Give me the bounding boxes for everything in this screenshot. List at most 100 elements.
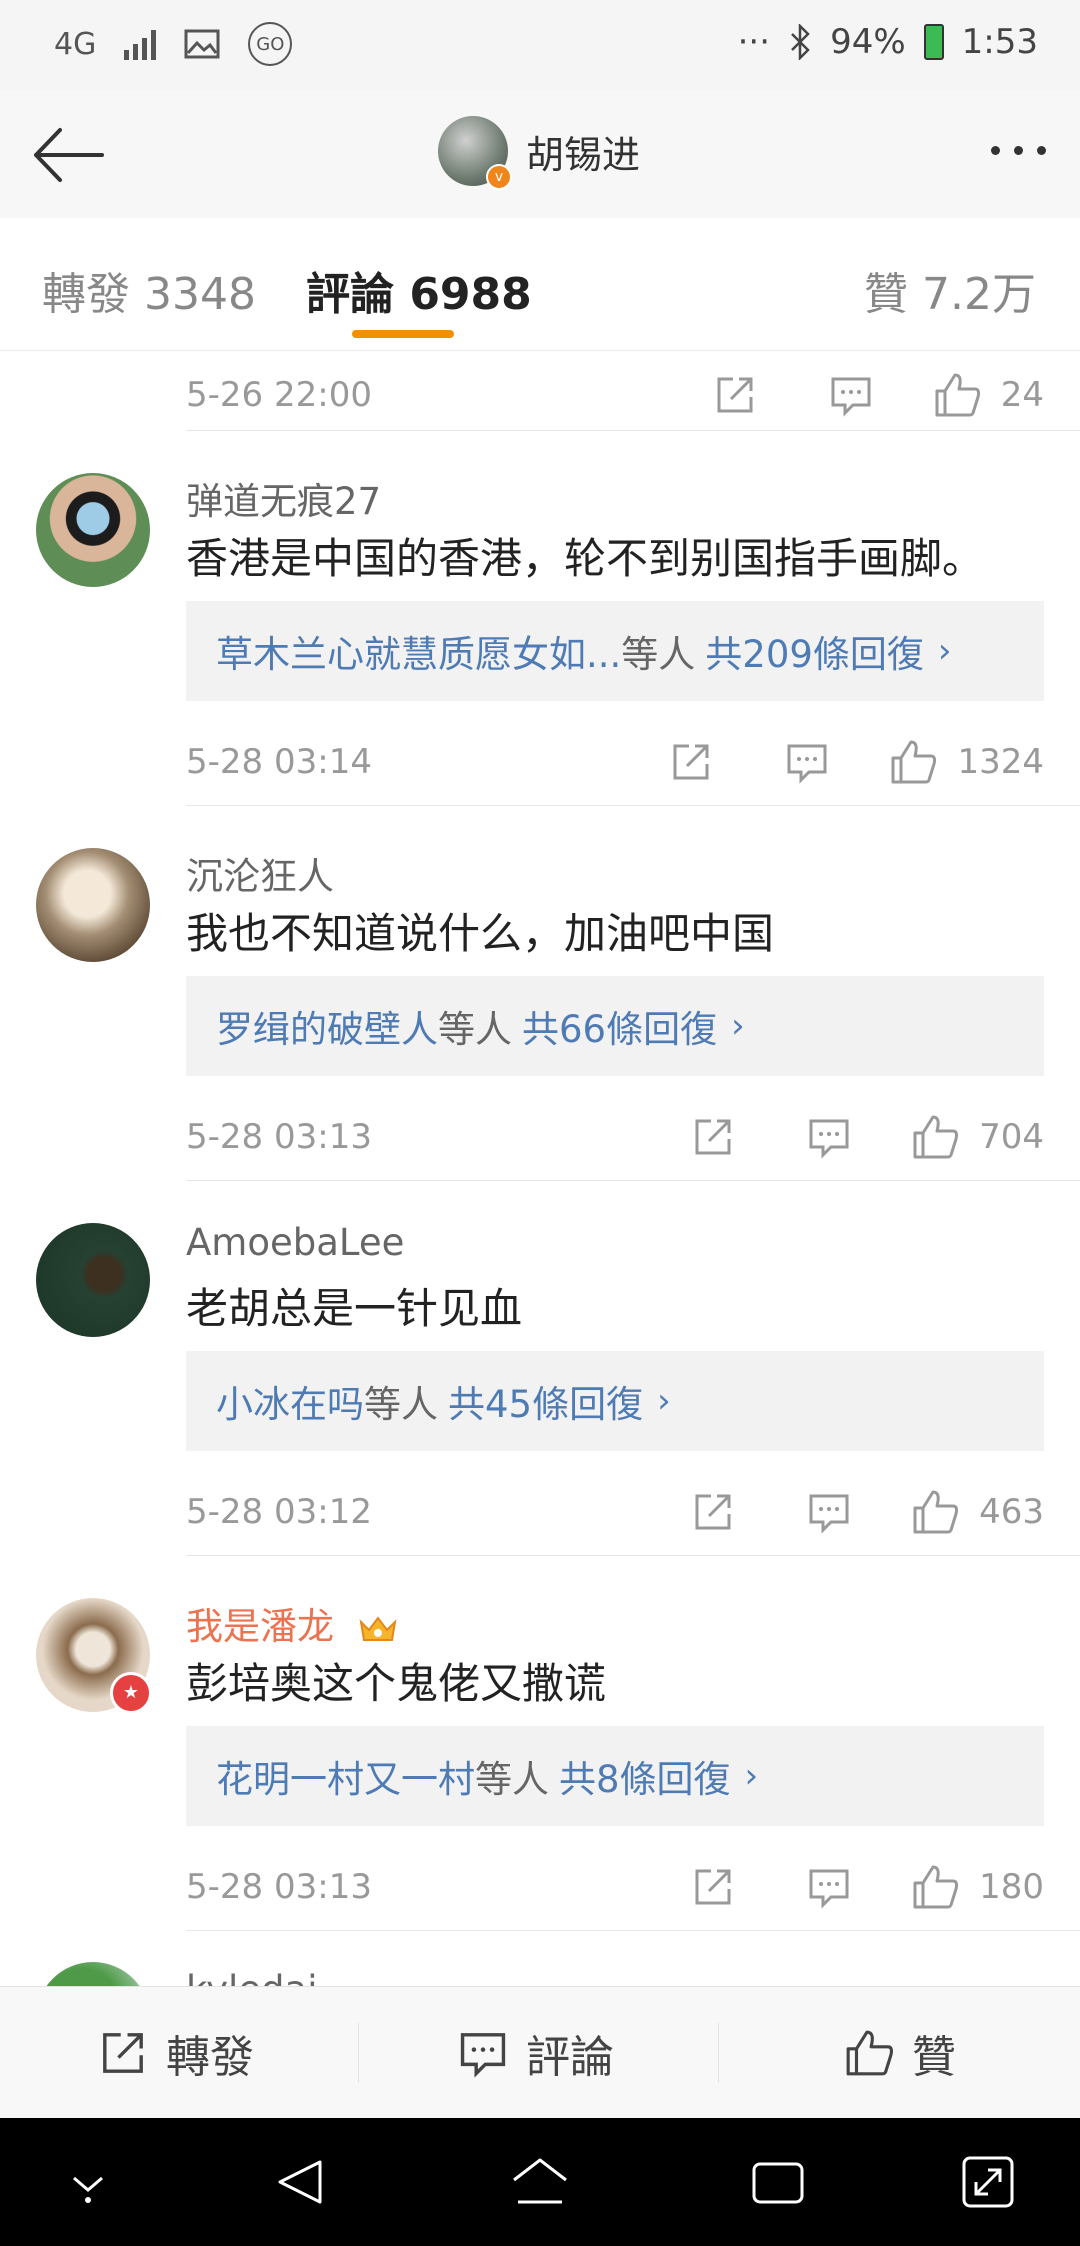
expand-icon[interactable] [960,2154,1016,2210]
comment-icon[interactable] [785,740,829,784]
comment-icon[interactable] [807,1865,851,1909]
like-button[interactable]: 贊 [844,1987,956,2119]
top-navigation-bar: v 胡锡进 [0,90,1080,219]
comment-date: 5-26 22:00 [186,375,372,415]
comment-date: 5-28 03:13 [186,1867,372,1907]
comment-username[interactable]: 沉沦狂人 [186,846,334,900]
comment-username[interactable]: kyledai [186,1968,318,1986]
comment-actions: 5-28 03:12 463 [186,1467,1044,1557]
reply-suffix: 等人 [621,633,696,676]
comment-actions: 5-28 03:13 180 [186,1842,1044,1932]
comment-icon[interactable] [829,373,873,417]
avatar[interactable] [36,473,150,587]
chevron-right-icon: › [937,631,952,671]
comment-button[interactable]: 評論 [458,1987,614,2119]
like-button[interactable]: 704 [911,1113,1044,1161]
chevron-right-icon: › [731,1006,745,1046]
signal-icon [124,28,157,60]
page-title: 胡锡进 [526,132,641,177]
vip-crown-icon [359,1615,397,1641]
reply-summary[interactable]: 小冰在吗 等人 共45條回復 › [186,1351,1044,1451]
tab-comments[interactable]: 評論 6988 [306,258,532,322]
tab-bar: 轉發 3348 評論 6988 贊 7.2万 [0,218,1080,351]
comment-item: 弹道无痕27 香港是中国的香港，轮不到别国指手画脚。 草木兰心就慧质愿女如...… [0,431,1080,807]
bluetooth-icon [791,24,810,60]
comment-username[interactable]: 弹道无痕27 [186,471,381,525]
reply-names[interactable]: 罗缉的破壁人 [216,999,438,1053]
tab-likes[interactable]: 贊 7.2万 [864,258,1036,322]
divider [186,1930,1080,1931]
reply-summary[interactable]: 花明一村又一村 等人 共8條回復 › [186,1726,1044,1826]
comment-text: 我也不知道说什么，加油吧中国 [186,909,775,958]
comment-text: 彭培奥这个鬼佬又撒谎 [186,1659,607,1708]
comment-list[interactable]: 5-26 22:00 24 弹道无痕27 香港是中国的香港，轮不到别国指手画脚。… [0,350,1080,1986]
repost-icon[interactable] [691,1115,735,1159]
repost-icon[interactable] [713,373,757,417]
like-button[interactable]: 24 [933,371,1044,419]
battery-icon [923,24,944,60]
thumbs-up-icon [913,1115,959,1159]
comment-item: ★ 我是潘龙 彭培奥这个鬼佬又撒谎 花明一村又一村 等人 共8條回復 › 5-2… [0,1556,1080,1932]
repost-button[interactable]: 轉發 [98,1987,254,2119]
thumbs-up-icon [935,373,980,417]
image-icon [184,29,220,59]
reply-summary[interactable]: 草木兰心就慧质愿女如... 等人 共209條回復 › [186,601,1044,701]
comment-date: 5-28 03:13 [186,1117,372,1157]
reply-names[interactable]: 草木兰心就慧质愿女如... [216,624,621,678]
comment-item: AmoebaLee 老胡总是一针见血 小冰在吗 等人 共45條回復 › 5-28… [0,1181,1080,1557]
chevron-right-icon: › [657,1381,671,1421]
reply-total[interactable]: 共209條回復 [705,624,924,678]
comment-icon[interactable] [807,1490,851,1534]
back-arrow-icon[interactable] [30,120,106,190]
like-button[interactable]: 180 [911,1863,1044,1911]
status-bar: 4G GO ··· 94% 1:53 [0,0,1080,90]
more-dots-icon[interactable] [991,146,1046,155]
reply-suffix: 等人 [438,1008,512,1051]
comment-actions: 5-26 22:00 24 [186,350,1044,440]
comment-label: 評論 [526,2032,614,2083]
thumbs-up-icon [846,2030,894,2076]
reply-names[interactable]: 小冰在吗 [216,1374,364,1428]
avatar[interactable] [36,1223,150,1337]
comment-username[interactable]: 我是潘龙 [186,1596,398,1650]
like-button[interactable]: 1324 [889,738,1044,786]
avatar[interactable]: ★ [36,1598,152,1714]
profile-header[interactable]: v 胡锡进 [438,116,641,190]
bottom-action-bar: 轉發 評論 贊 [0,1986,1080,2119]
comment-text: 老胡总是一针见血 [186,1284,523,1333]
network-indicator: 4G [54,26,97,62]
thumbs-up-icon [913,1490,959,1534]
comment-icon [460,2033,506,2078]
comment-item: 沉沦狂人 我也不知道说什么，加油吧中国 罗缉的破壁人 等人 共66條回復 › 5… [0,806,1080,1182]
clock: 1:53 [961,22,1038,62]
like-count: 704 [979,1117,1044,1157]
reply-summary[interactable]: 罗缉的破壁人 等人 共66條回復 › [186,976,1044,1076]
comment-username[interactable]: AmoebaLee [186,1221,404,1264]
reply-suffix: 等人 [364,1383,438,1426]
back-nav-icon[interactable] [272,2154,328,2210]
tab-reposts[interactable]: 轉發 3348 [42,258,256,322]
repost-label: 轉發 [166,2032,254,2083]
divider [718,2023,719,2083]
recent-apps-icon[interactable] [750,2154,806,2210]
divider [358,2023,359,2083]
reply-total[interactable]: 共45條回復 [448,1374,643,1428]
reply-total[interactable]: 共8條回復 [559,1749,731,1803]
repost-icon[interactable] [669,740,713,784]
avatar[interactable] [36,1962,150,1986]
home-nav-icon[interactable] [510,2154,570,2210]
repost-icon[interactable] [691,1865,735,1909]
comment-icon[interactable] [807,1115,851,1159]
avatar[interactable]: v [438,116,512,190]
repost-icon [103,2033,143,2073]
comment-date: 5-28 03:12 [186,1492,372,1532]
more-icon: ··· [737,22,771,62]
reply-total[interactable]: 共66條回復 [522,999,717,1053]
avatar[interactable] [36,848,150,962]
like-count: 180 [979,1867,1044,1907]
reply-names[interactable]: 花明一村又一村 [216,1749,475,1803]
repost-icon[interactable] [691,1490,735,1534]
like-button[interactable]: 463 [911,1488,1044,1536]
thumbs-up-icon [891,740,937,784]
hide-keyboard-icon[interactable] [64,2154,112,2210]
